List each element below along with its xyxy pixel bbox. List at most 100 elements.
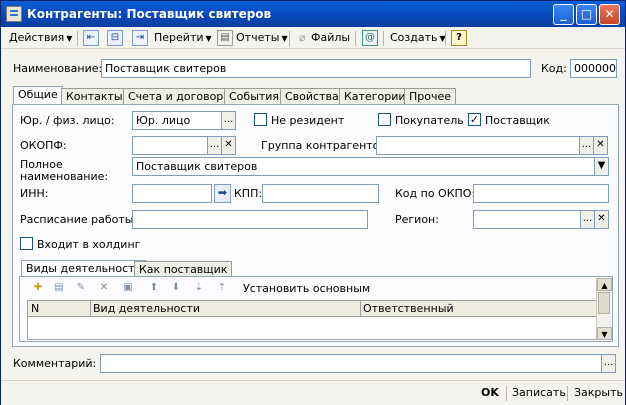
tab-events[interactable]: События (224, 88, 285, 104)
reports-label: Отчеты (236, 31, 280, 44)
close-button[interactable]: Закрыть (574, 386, 623, 399)
edit-row-icon[interactable]: ✎ (73, 280, 89, 296)
column-activity[interactable]: Вид деятельности (93, 302, 200, 315)
window-title: Контрагенты: Поставщик свитеров (27, 7, 272, 21)
set-main-button[interactable]: Установить основным (243, 282, 370, 295)
reports-menu[interactable]: Отчеты ▼ (234, 29, 290, 47)
scroll-up-icon[interactable]: ▲ (597, 278, 612, 291)
name-field[interactable]: Поставщик свитеров (101, 59, 531, 78)
goto-label: Перейти (154, 31, 204, 44)
fullname-field[interactable]: Поставщик свитеров (132, 157, 596, 176)
actions-menu[interactable]: Действия ▼ (7, 29, 74, 47)
tab-other[interactable]: Прочее (404, 88, 457, 104)
toolbar-separator (383, 31, 384, 46)
okpo-field[interactable] (473, 184, 609, 203)
select-button[interactable]: ... (579, 136, 594, 155)
paperclip-icon: ⌀ (299, 31, 306, 44)
select-button[interactable]: ... (207, 136, 222, 155)
help-icon[interactable]: ? (451, 30, 467, 46)
nonresident-label: Не резидент (271, 114, 345, 127)
tab-categories[interactable]: Категории (339, 88, 411, 104)
files-button[interactable]: Файлы (309, 29, 352, 47)
copy-row-icon[interactable]: ▤ (51, 280, 67, 296)
tab-properties[interactable]: Свойства (280, 88, 344, 104)
goto-icon[interactable]: ⇥ (132, 30, 148, 46)
inn-label: ИНН: (20, 187, 49, 200)
supplier-checkbox[interactable]: ✓ (468, 113, 481, 126)
clear-icon[interactable]: ✕ (594, 210, 609, 229)
select-button[interactable]: ... (601, 354, 616, 373)
sort-asc-icon[interactable]: ⇣ (191, 280, 207, 296)
tab-accounts[interactable]: Счета и договоры (123, 88, 237, 104)
supplier-label: Поставщик (485, 114, 550, 127)
group-label: Группа контрагентов: (261, 139, 390, 152)
arrow-right-icon[interactable]: ➡ (214, 184, 231, 203)
toolbar-separator (289, 31, 290, 46)
column-n[interactable]: N (31, 302, 39, 315)
clear-icon[interactable]: ✕ (221, 136, 236, 155)
activities-table[interactable]: N Вид деятельности Ответственный (27, 300, 597, 340)
goto-menu[interactable]: Перейти ▼ (152, 29, 214, 47)
dropdown-arrow-icon: ▼ (205, 34, 212, 43)
delete-row-icon[interactable]: ✕ (96, 280, 112, 296)
close-window-button[interactable]: ✕ (599, 4, 620, 25)
reports-icon: ▤ (217, 30, 233, 46)
vertical-scrollbar[interactable]: ▲ ▼ (596, 278, 612, 340)
go-back-icon[interactable]: ⇤ (83, 30, 99, 46)
end-edit-icon[interactable]: ▣ (120, 280, 136, 296)
buyer-label: Покупатель (395, 114, 464, 127)
subtab-activities[interactable]: Виды деятельности (21, 260, 147, 277)
clear-icon[interactable]: ✕ (593, 136, 608, 155)
comment-field[interactable] (100, 354, 602, 373)
column-responsible[interactable]: Ответственный (363, 302, 454, 315)
tab-general[interactable]: Общие (13, 86, 63, 105)
button-separator (506, 386, 507, 401)
minimize-button[interactable]: _ (553, 4, 574, 25)
toolbar-separator (77, 31, 78, 46)
okopf-label: ОКОПФ: (20, 139, 67, 152)
select-button[interactable]: ... (221, 111, 236, 130)
schedule-field[interactable] (132, 210, 368, 229)
title-bar: Контрагенты: Поставщик свитеров _ □ ✕ (1, 1, 625, 27)
email-icon[interactable]: @ (362, 30, 378, 46)
ok-button[interactable]: OK (481, 386, 499, 399)
legal-type-label: Юр. / физ. лицо: (20, 114, 115, 127)
scroll-down-icon[interactable]: ▼ (597, 327, 612, 340)
comment-label: Комментарий: (13, 357, 97, 370)
region-field[interactable] (473, 210, 581, 229)
nonresident-checkbox[interactable] (254, 113, 267, 126)
legal-type-field[interactable]: Юр. лицо (132, 111, 222, 130)
inn-field[interactable] (132, 184, 212, 203)
region-label: Регион: (395, 213, 439, 226)
move-down-icon[interactable]: ⬇ (168, 280, 184, 296)
schedule-label: Расписание работы: (20, 213, 138, 226)
add-row-icon[interactable]: ✚ (30, 280, 46, 296)
app-icon (6, 6, 22, 22)
tab-contacts[interactable]: Контакты (61, 88, 128, 104)
okpo-label: Код по ОКПО: (395, 187, 476, 200)
table-header: N Вид деятельности Ответственный (28, 301, 596, 317)
create-menu[interactable]: Создать ▼ (388, 29, 448, 47)
structure-icon[interactable]: ⊟ (107, 30, 123, 46)
kpp-label: КПП: (234, 187, 263, 200)
actions-label: Действия (9, 31, 65, 44)
buyer-checkbox[interactable] (378, 113, 391, 126)
window: Контрагенты: Поставщик свитеров _ □ ✕ Де… (0, 0, 626, 405)
okopf-field[interactable] (132, 136, 208, 155)
move-up-icon[interactable]: ⬆ (146, 280, 162, 296)
select-button[interactable]: ... (580, 210, 595, 229)
sort-desc-icon[interactable]: ⇡ (214, 280, 230, 296)
column-divider (90, 301, 91, 317)
chevron-down-icon[interactable]: ▼ (594, 157, 609, 176)
group-field[interactable] (376, 136, 580, 155)
code-label: Код: (541, 62, 567, 75)
scroll-thumb[interactable] (598, 292, 610, 314)
toolbar-separator (355, 31, 356, 46)
kpp-field[interactable] (262, 184, 379, 203)
code-field[interactable]: 000000011 (570, 59, 617, 78)
bottom-bar: OK Записать Закрыть (1, 380, 625, 405)
dropdown-arrow-icon: ▼ (66, 34, 73, 43)
save-button[interactable]: Записать (512, 386, 566, 399)
maximize-button[interactable]: □ (576, 4, 597, 25)
holding-checkbox[interactable] (20, 237, 33, 250)
